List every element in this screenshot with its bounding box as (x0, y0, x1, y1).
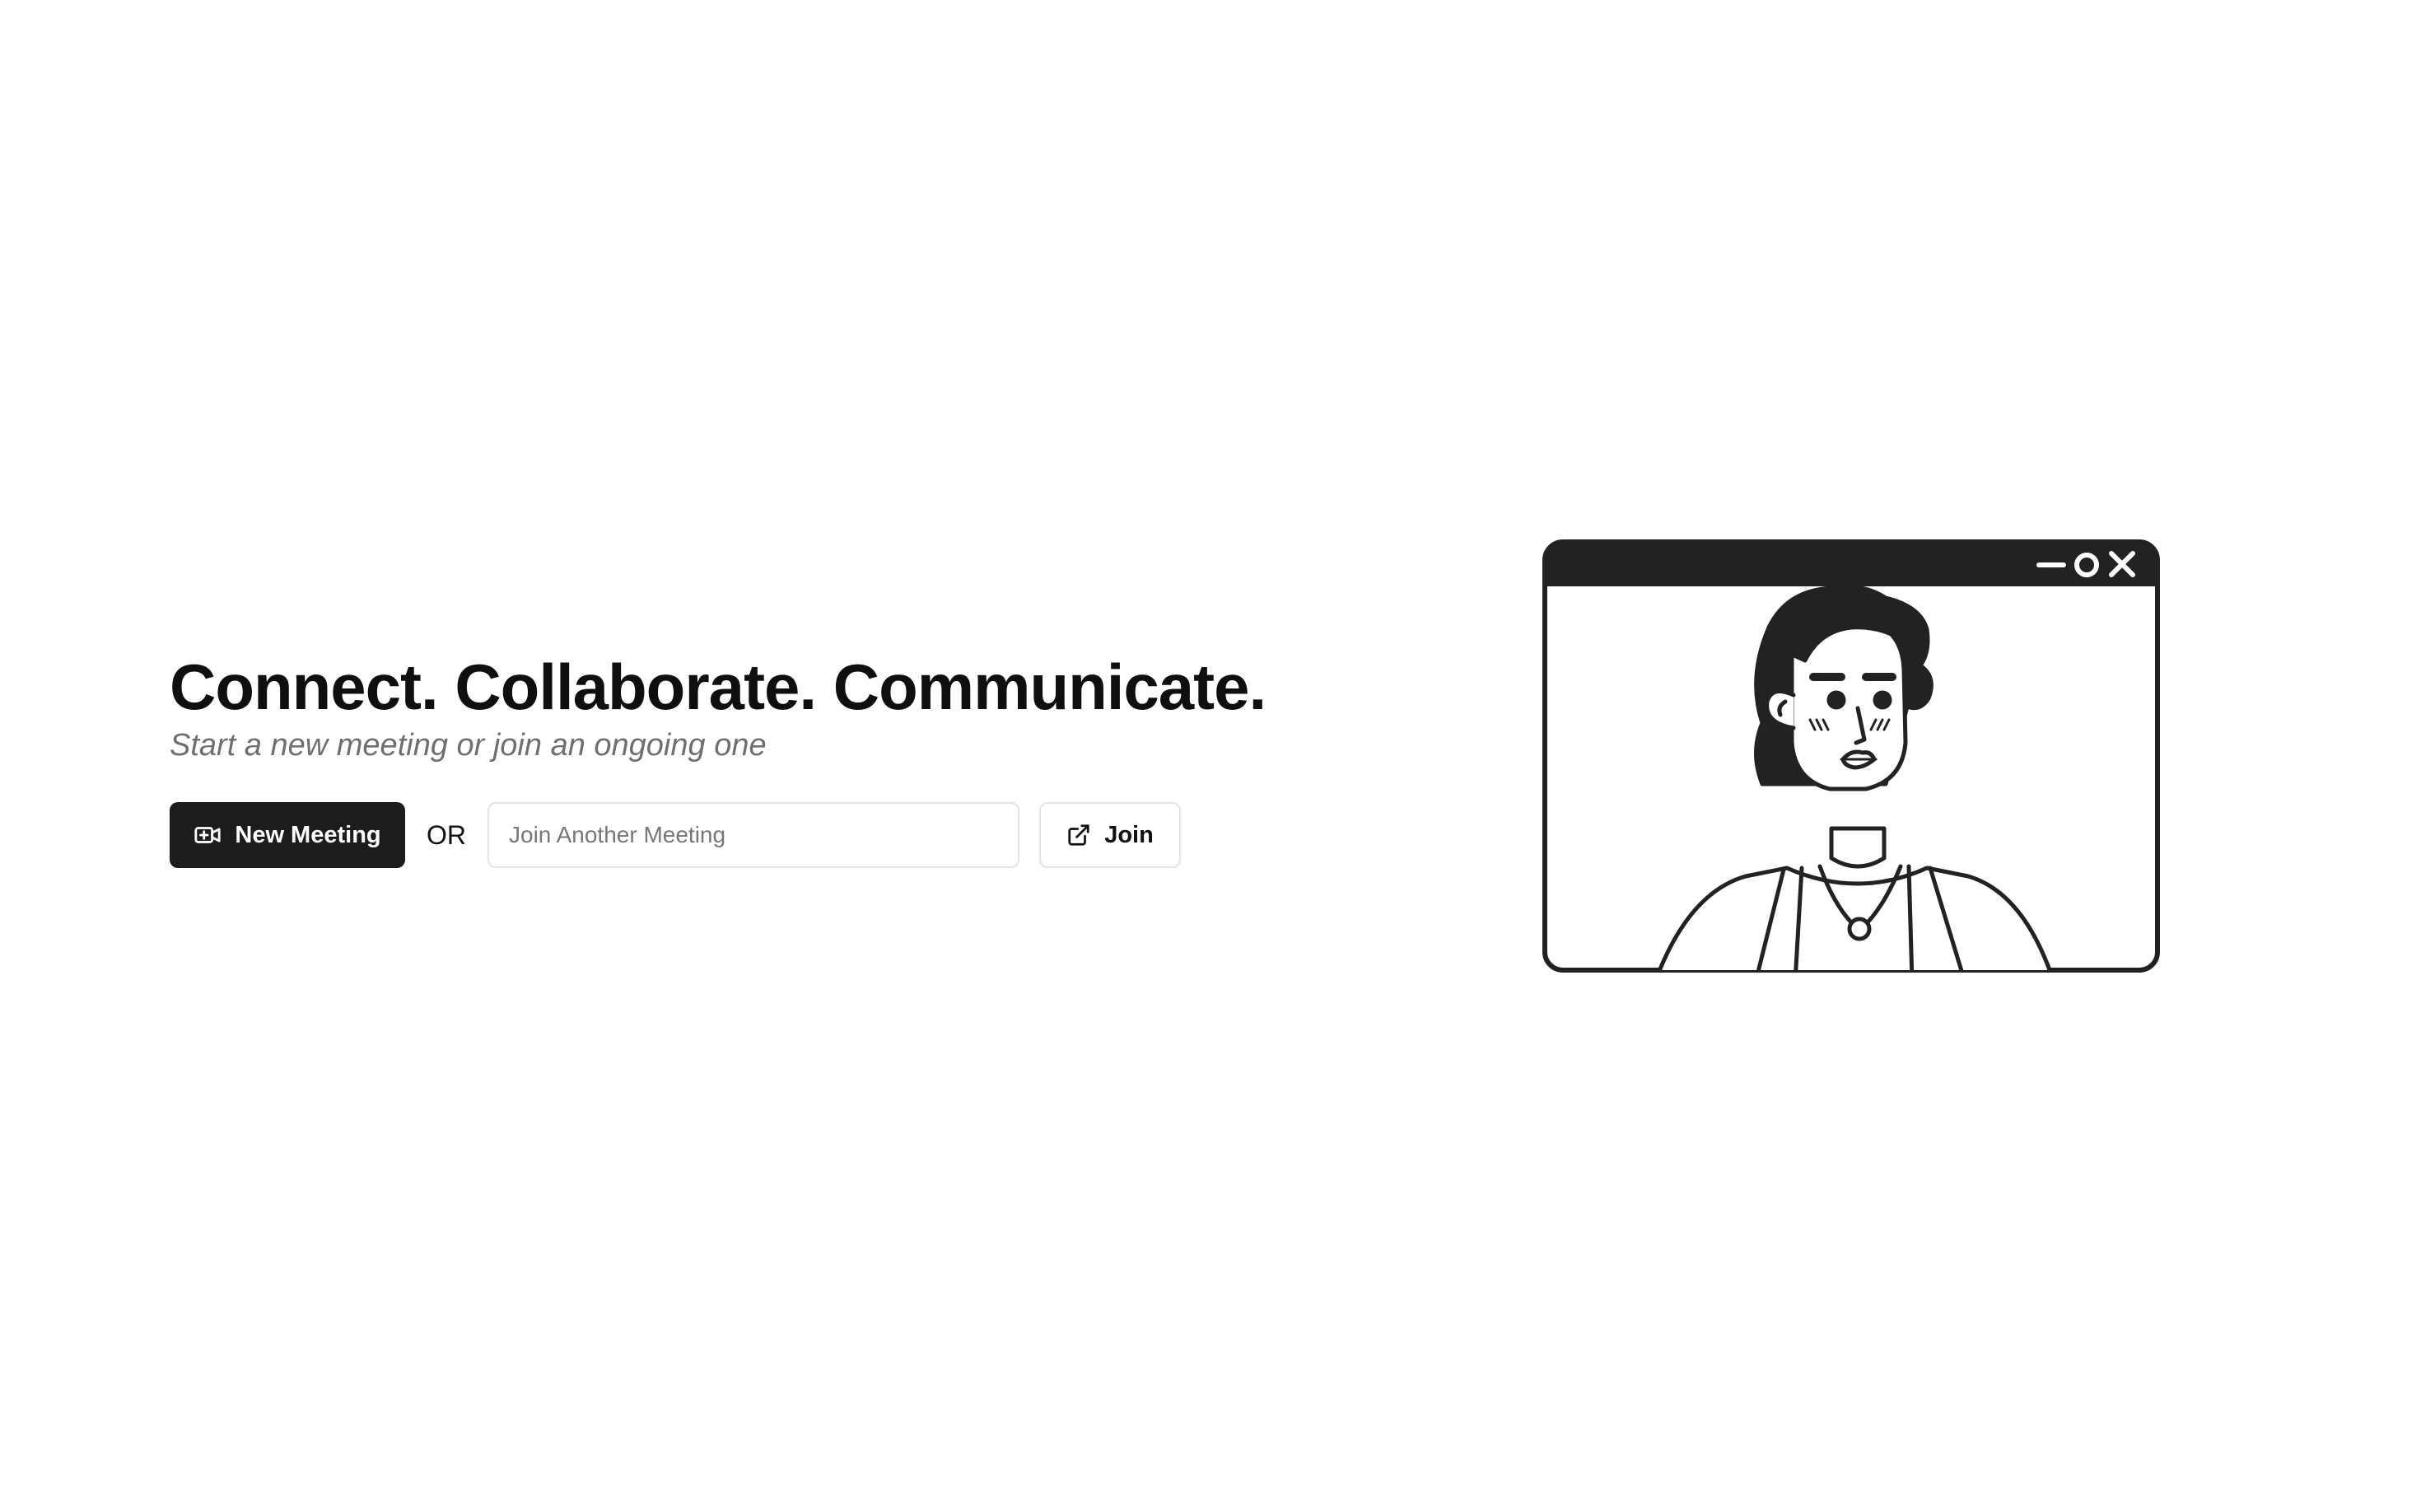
meeting-actions: New Meeting OR Join (170, 802, 1207, 868)
page: Connect. Collaborate. Communicate. Start… (0, 0, 2421, 1512)
page-title: Connect. Collaborate. Communicate. (170, 651, 1266, 723)
join-button[interactable]: Join (1039, 802, 1181, 868)
page-subtitle: Start a new meeting or join an ongoing o… (170, 728, 767, 763)
hero-section: Connect. Collaborate. Communicate. Start… (170, 647, 1266, 868)
join-label: Join (1104, 821, 1154, 848)
join-meeting-input[interactable] (487, 802, 1019, 868)
new-meeting-label: New Meeting (235, 821, 381, 848)
video-plus-icon (194, 827, 221, 843)
external-link-icon (1068, 824, 1089, 846)
new-meeting-button[interactable]: New Meeting (170, 802, 405, 868)
video-call-illustration (1542, 539, 2160, 973)
or-separator: OR (427, 819, 466, 850)
